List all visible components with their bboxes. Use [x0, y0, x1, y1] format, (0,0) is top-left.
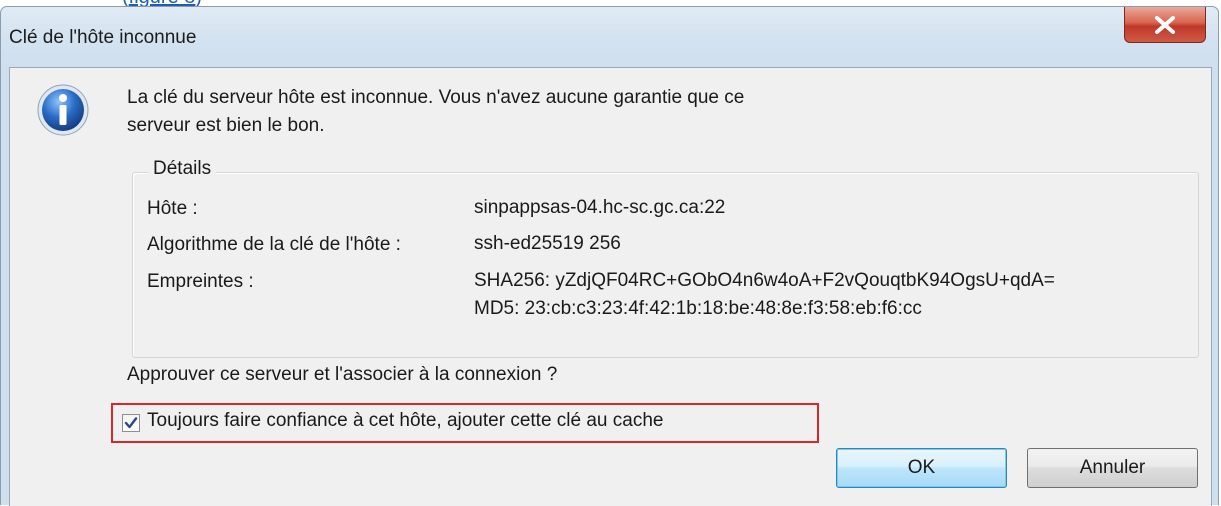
info-icon: [37, 84, 89, 136]
trust-host-label[interactable]: Toujours faire confiance à cet hôte, ajo…: [147, 410, 663, 432]
close-icon: [1155, 15, 1175, 34]
dialog-window: Clé de l'hôte inconnue La clé du serveur…: [0, 6, 1219, 506]
close-button[interactable]: [1124, 7, 1206, 43]
fingerprint-md5: MD5: 23:cb:c3:23:4f:42:1b:18:be:48:8e:f3…: [474, 298, 922, 319]
host-value: sinpappsas-04.hc-sc.gc.ca:22: [474, 197, 726, 218]
fingerprint-sha256: SHA256: yZdjQF04RC+GObO4n6w4oA+F2vQouqtb…: [474, 270, 1055, 291]
fingerprint-label: Empreintes :: [147, 271, 254, 292]
host-label: Hôte :: [147, 198, 198, 219]
message-text: La clé du serveur hôte est inconnue. Vou…: [127, 84, 1027, 140]
approval-question: Approuver ce serveur et l'associer à la …: [127, 364, 558, 385]
ok-button[interactable]: OK: [836, 448, 1007, 488]
dialog-body: La clé du serveur hôte est inconnue. Vou…: [9, 67, 1212, 506]
title-bar: Clé de l'hôte inconnue: [1, 7, 1218, 67]
details-label: Détails: [148, 158, 217, 180]
fingerprint-values: SHA256: yZdjQF04RC+GObO4n6w4oA+F2vQouqtb…: [474, 267, 1055, 323]
trust-host-checkbox[interactable]: [122, 414, 140, 432]
message-line-1: La clé du serveur hôte est inconnue. Vou…: [127, 87, 745, 108]
checkmark-icon: [124, 417, 138, 429]
dialog-title: Clé de l'hôte inconnue: [9, 27, 197, 48]
algorithm-value: ssh-ed25519 256: [474, 233, 621, 254]
message-line-2: serveur est bien le bon.: [127, 115, 325, 136]
cancel-button[interactable]: Annuler: [1027, 448, 1198, 488]
algorithm-label: Algorithme de la clé de l'hôte :: [147, 234, 401, 255]
